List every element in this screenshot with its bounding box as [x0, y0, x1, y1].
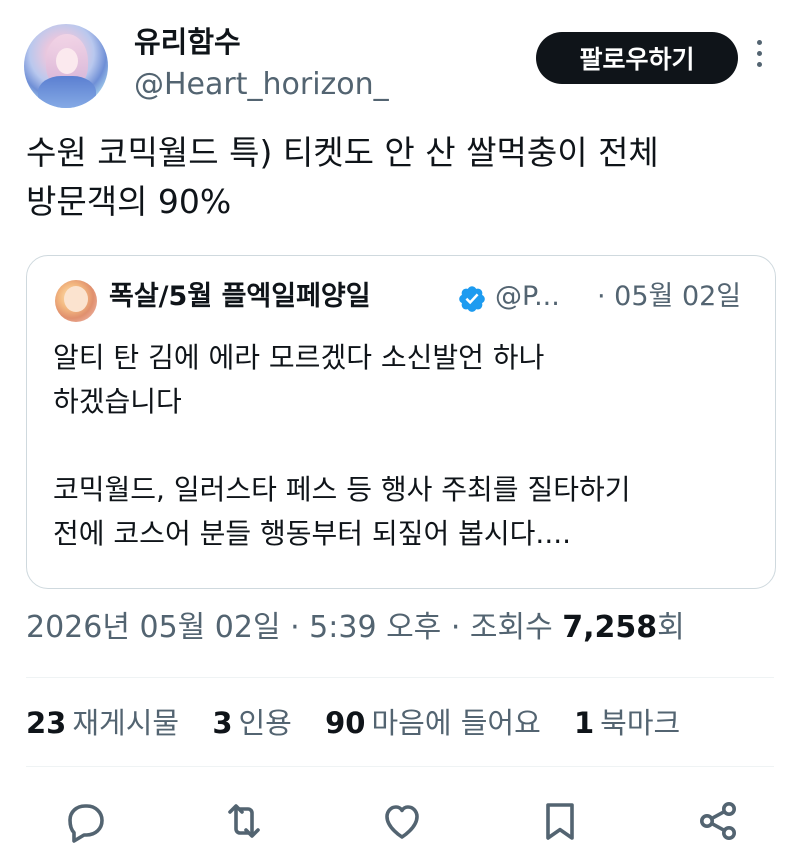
- divider: [26, 677, 774, 678]
- divider: [26, 766, 774, 767]
- likes-stat[interactable]: 90 마음에 들어요: [325, 706, 541, 740]
- quotes-count: 3: [212, 706, 233, 740]
- action-bar: [50, 797, 750, 845]
- engagement-stats: 23 재게시물 3 인용 90 마음에 들어요 1 북마크: [26, 702, 704, 744]
- quoted-text-line: 코믹월드, 일러스타 페스 등 행사 주최를 질타하기: [53, 473, 631, 506]
- quotes-label: 인용: [238, 706, 292, 740]
- avatar-body: [38, 76, 96, 108]
- bookmarks-label: 북마크: [600, 706, 681, 740]
- avatar-face: [56, 48, 78, 74]
- verified-badge-icon: [459, 286, 485, 312]
- tweet-metadata: 2026년 05월 02일 · 5:39 오후 · 조회수 7,258회: [26, 607, 685, 649]
- reply-button[interactable]: [62, 797, 110, 845]
- heart-icon: [385, 805, 419, 839]
- quoted-text-line: 알티 탄 김에 에라 모르겠다 소신발언 하나: [53, 341, 545, 374]
- author-handle[interactable]: @Heart_horizon_: [134, 66, 389, 104]
- quotes-stat[interactable]: 3 인용: [212, 706, 292, 740]
- tweet-text: 수원 코믹월드 특) 티켓도 안 산 쌀먹충이 전체 방문객의 90%: [26, 128, 766, 226]
- quoted-author-name: 폭살/5월 플엑일페양일: [109, 281, 371, 312]
- repost-button[interactable]: [220, 797, 268, 845]
- likes-count: 90: [325, 706, 366, 740]
- quoted-tweet-text: 알티 탄 김에 에라 모르겠다 소신발언 하나 하겠습니다 코믹월드, 일러스타…: [53, 336, 753, 556]
- reposts-label: 재게시물: [72, 706, 180, 740]
- follow-button[interactable]: 팔로우하기: [536, 32, 738, 84]
- quoted-text-line: 하겠습니다: [53, 385, 182, 418]
- bookmarks-stat[interactable]: 1 북마크: [574, 706, 680, 740]
- timestamp-text[interactable]: 2026년 05월 02일 · 5:39 오후 · 조회수: [26, 610, 562, 645]
- quoted-tweet-card[interactable]: 폭살/5월 플엑일페양일 @P... · 05월 02일 알티 탄 김에 에라 …: [26, 255, 776, 589]
- quoted-author-avatar: [55, 280, 97, 322]
- reposts-count: 23: [26, 706, 67, 740]
- view-count: 7,258: [562, 610, 658, 645]
- likes-label: 마음에 들어요: [371, 706, 541, 740]
- quoted-text-line: 전에 코스어 분들 행동부터 되짚어 봅시다....: [53, 517, 572, 550]
- bookmark-button[interactable]: [536, 797, 584, 845]
- view-count-suffix: 회: [657, 610, 685, 645]
- like-button[interactable]: [378, 797, 426, 845]
- share-button[interactable]: [694, 797, 742, 845]
- quoted-tweet-date: · 05월 02일: [597, 281, 742, 312]
- bookmark-icon: [546, 803, 574, 840]
- author-avatar[interactable]: [24, 24, 108, 108]
- bookmarks-count: 1: [573, 706, 595, 740]
- tweet-text-line: 방문객의 90%: [26, 182, 232, 221]
- author-name[interactable]: 유리함수: [134, 24, 241, 60]
- share-icon: [700, 802, 736, 840]
- tweet-text-line: 수원 코믹월드 특) 티켓도 안 산 쌀먹충이 전체: [26, 133, 659, 172]
- quoted-text-line: [53, 424, 753, 468]
- repost-icon: [228, 804, 260, 838]
- reply-icon: [68, 804, 104, 843]
- quoted-author-handle: @P...: [495, 281, 560, 312]
- more-options-icon[interactable]: [752, 40, 766, 76]
- reposts-stat[interactable]: 23 재게시물: [26, 706, 179, 740]
